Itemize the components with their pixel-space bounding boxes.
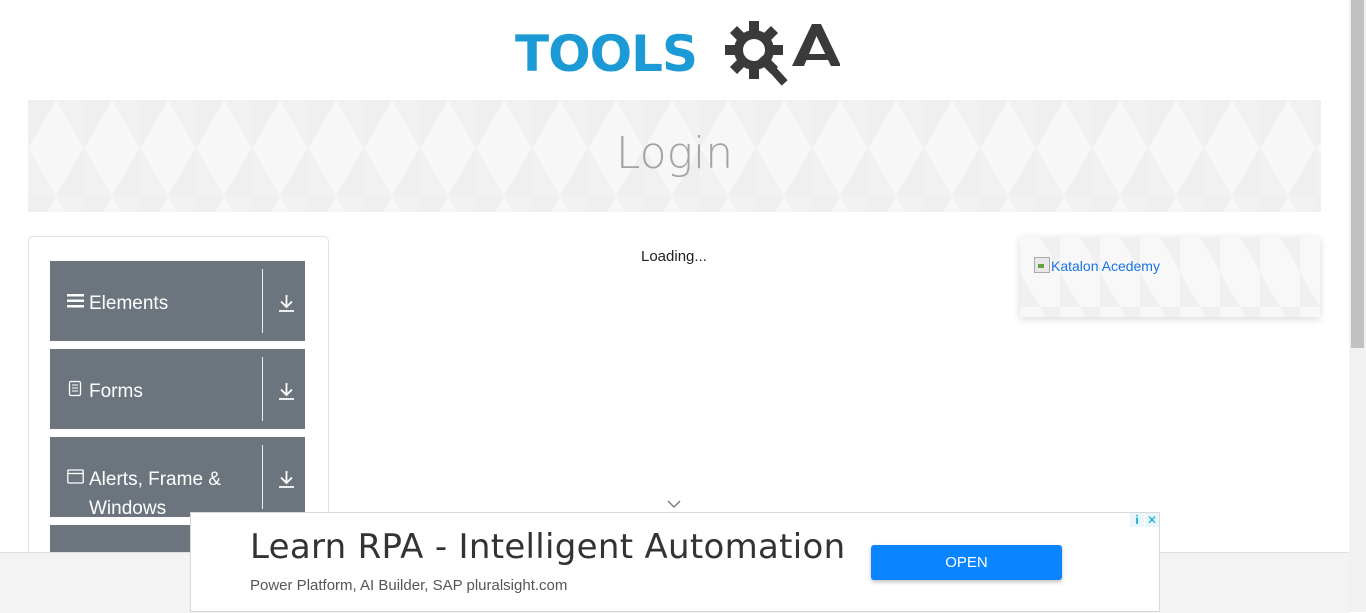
gear-magnifier-icon [725,21,840,86]
ad-close-icon[interactable]: ✕ [1145,513,1159,527]
download-arrow-icon[interactable] [278,469,295,489]
sidebar-group-elements[interactable]: Elements [50,261,305,341]
ad-headline[interactable]: Learn RPA - Intelligent Automation [250,527,846,567]
download-arrow-icon[interactable] [278,293,295,313]
katalon-link-text: Katalon Acedemy [1051,258,1160,274]
scrollbar-thumb[interactable] [1351,0,1364,348]
ad-info-icon[interactable]: i [1130,513,1144,527]
right-ad-box: Katalon Acedemy [1020,237,1320,317]
divider [262,445,263,509]
divider [262,269,263,333]
sidebar-group-label: Forms [89,381,143,402]
toolsqa-logo[interactable]: TOOLS [515,14,840,92]
page-banner: Login [28,100,1321,212]
page-title: Login [615,128,734,179]
sidebar-group-alerts-frame-windows[interactable]: Alerts, Frame & Windows [50,437,305,519]
katalon-academy-link[interactable]: Katalon Acedemy [1034,257,1160,274]
sidebar-group-label: Elements [89,293,169,314]
sidebar-group-forms[interactable]: Forms [50,349,305,429]
broken-image-icon [1034,257,1050,273]
ad-choices: i ✕ [1129,513,1159,529]
bottom-ad-banner[interactable]: Learn RPA - Intelligent Automation Power… [190,512,1160,612]
window-icon [67,469,84,484]
download-arrow-icon[interactable] [278,381,295,401]
divider [262,357,263,421]
logo-text: TOOLS [515,25,698,83]
document-icon [68,380,82,397]
menu-bars-icon [67,294,84,308]
ad-subtext: Power Platform, AI Builder, SAP pluralsi… [250,577,568,594]
ad-open-button[interactable]: OPEN [871,545,1062,580]
vertical-scrollbar[interactable] [1349,0,1366,612]
loading-text: Loading... [641,248,707,265]
chevron-down-icon[interactable] [666,498,682,510]
